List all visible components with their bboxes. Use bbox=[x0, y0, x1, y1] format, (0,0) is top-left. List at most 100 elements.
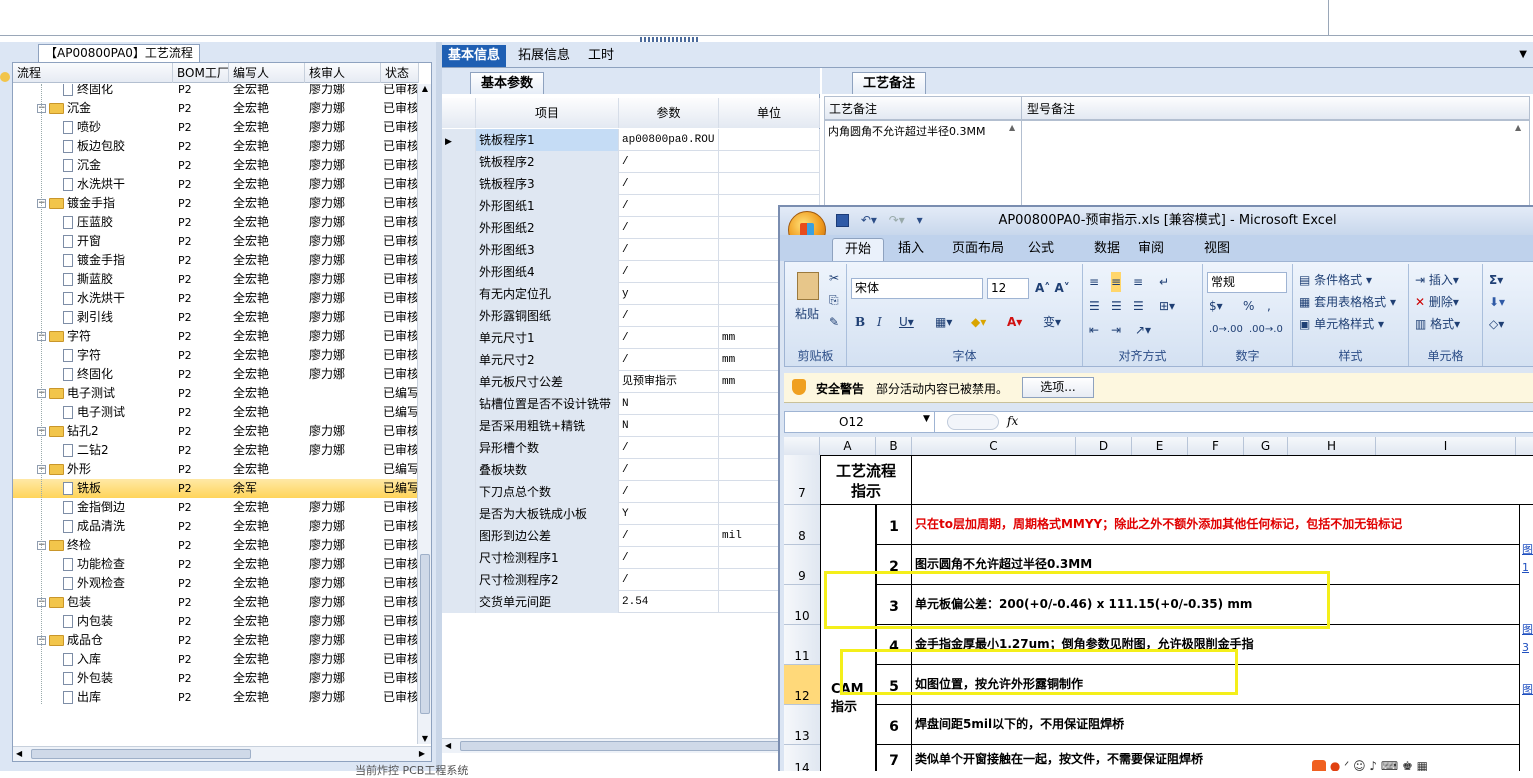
tree-node-name[interactable]: − 外形 bbox=[37, 460, 173, 479]
delete-button[interactable]: ✕ 删除▾ bbox=[1415, 292, 1459, 312]
comma-icon[interactable]: , bbox=[1267, 296, 1271, 316]
scroll-up-icon[interactable]: ▲ bbox=[420, 84, 430, 94]
tree-node-name[interactable]: 成品清洗 bbox=[63, 517, 173, 536]
col-reviewer[interactable]: 核审人 bbox=[305, 63, 381, 83]
format-as-table-button[interactable]: ▦ 套用表格格式 ▾ bbox=[1299, 292, 1396, 312]
row-selector[interactable] bbox=[442, 195, 476, 217]
param-row[interactable]: ▶ 铣板程序1 ap00800pa0.ROU bbox=[442, 129, 820, 151]
param-unit[interactable] bbox=[719, 129, 820, 151]
tab-process-notes[interactable]: 工艺备注 bbox=[852, 72, 927, 94]
param-row[interactable]: 外形露铜图纸 / bbox=[442, 305, 820, 327]
tree-row[interactable]: − 成品仓 P2 全宏艳 廖力娜 已审核 bbox=[13, 631, 419, 650]
tree-node-name[interactable]: 金指倒边 bbox=[63, 498, 173, 517]
param-value[interactable]: y bbox=[619, 283, 719, 305]
param-value[interactable]: / bbox=[619, 437, 719, 459]
ribbon-tab[interactable]: 插入 bbox=[886, 238, 936, 261]
param-value[interactable]: N bbox=[619, 415, 719, 437]
bold-icon[interactable]: B bbox=[855, 312, 865, 332]
param-value[interactable]: 见预审指示 bbox=[619, 371, 719, 393]
flow-label-cell[interactable]: 工艺流程 指示 bbox=[820, 455, 912, 505]
increase-decimal-icon[interactable]: .0→.00 bbox=[1209, 320, 1243, 340]
param-value[interactable]: / bbox=[619, 151, 719, 173]
hyperlink-mark[interactable]: 图 bbox=[1522, 621, 1533, 637]
row-header[interactable]: 14 bbox=[784, 745, 820, 771]
item-text[interactable]: 只在to层加周期，周期格式MMYY；除此之外不额外添加其他任何标记，包括不加无铅… bbox=[912, 505, 1520, 545]
tree-node-name[interactable]: 水洗烘干 bbox=[63, 175, 173, 194]
decrease-indent-icon[interactable]: ⇤ bbox=[1089, 320, 1099, 340]
tree-row[interactable]: − 沉金 P2 全宏艳 廖力娜 已审核 bbox=[13, 99, 419, 118]
font-size-select[interactable]: 12 bbox=[987, 278, 1029, 299]
copy-icon[interactable]: ⎘ bbox=[829, 290, 839, 310]
decrease-decimal-icon[interactable]: .00→.0 bbox=[1249, 320, 1283, 340]
row-header[interactable]: 11 bbox=[784, 625, 820, 665]
param-value[interactable]: / bbox=[619, 547, 719, 569]
column-header[interactable]: G bbox=[1244, 437, 1288, 455]
conditional-format-button[interactable]: ▤ 条件格式 ▾ bbox=[1299, 270, 1372, 290]
row-header[interactable]: 9 bbox=[784, 545, 820, 585]
tree-node-name[interactable]: 终固化 bbox=[63, 365, 173, 384]
tree-row[interactable]: 终固化 P2 全宏艳 廖力娜 已审核 bbox=[13, 84, 419, 99]
tree-node-name[interactable]: 字符 bbox=[63, 346, 173, 365]
ribbon-tab[interactable]: 页面布局 bbox=[940, 238, 1016, 261]
scroll-left-icon[interactable]: ◀ bbox=[445, 741, 451, 750]
col-writer[interactable]: 编写人 bbox=[229, 63, 305, 83]
undo-icon[interactable]: ↶▾ bbox=[861, 213, 877, 227]
hyperlink-mark[interactable]: 图 bbox=[1522, 541, 1533, 557]
col-item[interactable]: 项目 bbox=[476, 98, 619, 128]
tree-node-name[interactable]: 撕蓝胶 bbox=[63, 270, 173, 289]
column-header[interactable]: F bbox=[1188, 437, 1244, 455]
param-row[interactable]: 交货单元间距 2.54 bbox=[442, 591, 820, 613]
row-selector[interactable] bbox=[442, 173, 476, 195]
ribbon-tab[interactable]: 视图 bbox=[1192, 238, 1242, 261]
column-header[interactable]: C bbox=[912, 437, 1076, 455]
scroll-thumb[interactable] bbox=[420, 554, 430, 714]
wrap-text-icon[interactable]: ↵ bbox=[1159, 272, 1169, 292]
param-value[interactable]: / bbox=[619, 261, 719, 283]
param-row[interactable]: 单元尺寸1/mm bbox=[442, 327, 820, 349]
borders-icon[interactable]: ▦▾ bbox=[935, 312, 952, 332]
tree-node-name[interactable]: − 终检 bbox=[37, 536, 173, 555]
tree-row[interactable]: 剥引线 P2 全宏艳 廖力娜 已审核 bbox=[13, 308, 419, 327]
tree-node-name[interactable]: 终固化 bbox=[63, 84, 173, 99]
tree-node-name[interactable]: 外包装 bbox=[63, 669, 173, 688]
tree-row[interactable]: − 包装 P2 全宏艳 廖力娜 已审核 bbox=[13, 593, 419, 612]
row-selector[interactable] bbox=[442, 349, 476, 371]
tab-basic-params[interactable]: 基本参数 bbox=[470, 72, 545, 94]
hscroll-thumb[interactable] bbox=[31, 749, 251, 759]
row-selector[interactable] bbox=[442, 283, 476, 305]
scroll-right-icon[interactable]: ▶ bbox=[419, 749, 425, 758]
tree-node-name[interactable]: − 沉金 bbox=[37, 99, 173, 118]
paste-button[interactable]: 粘贴 bbox=[795, 304, 819, 324]
select-all-corner[interactable] bbox=[784, 437, 820, 455]
tree-node-name[interactable]: 压蓝胶 bbox=[63, 213, 173, 232]
param-value[interactable]: / bbox=[619, 239, 719, 261]
tree-horizontal-scrollbar[interactable]: ◀ ▶ bbox=[13, 746, 431, 761]
orientation-icon[interactable]: ↗▾ bbox=[1135, 320, 1151, 340]
tree-row[interactable]: 入库 P2 全宏艳 廖力娜 已审核 bbox=[13, 650, 419, 669]
tree-row[interactable]: 成品清洗 P2 全宏艳 廖力娜 已审核 bbox=[13, 517, 419, 536]
hscroll-thumb[interactable] bbox=[460, 741, 800, 751]
tree-node-name[interactable]: 水洗烘干 bbox=[63, 289, 173, 308]
row-selector[interactable] bbox=[442, 239, 476, 261]
formula-controls[interactable] bbox=[947, 414, 999, 430]
process-flow-tab[interactable]: 【AP00800PA0】工艺流程 bbox=[38, 44, 200, 62]
tree-row[interactable]: 板边包胶 P2 全宏艳 廖力娜 已审核 bbox=[13, 137, 419, 156]
format-painter-icon[interactable]: ✎ bbox=[829, 312, 839, 332]
param-value[interactable]: / bbox=[619, 217, 719, 239]
param-row[interactable]: 外形图纸1/ bbox=[442, 195, 820, 217]
param-row[interactable]: 是否为大板铣成小板 Y bbox=[442, 503, 820, 525]
process-note-text[interactable]: 内角圆角不允许超过半径0.3MM bbox=[828, 123, 1008, 139]
row-selector[interactable]: ▶ bbox=[442, 129, 476, 151]
row-selector[interactable] bbox=[442, 547, 476, 569]
fill-icon[interactable]: ⬇▾ bbox=[1489, 292, 1505, 312]
format-button[interactable]: ▥ 格式▾ bbox=[1415, 314, 1460, 334]
param-row[interactable]: 尺寸检测程序1/ bbox=[442, 547, 820, 569]
tree-vertical-scrollbar[interactable]: ▲ ▼ bbox=[417, 84, 431, 744]
param-value[interactable]: / bbox=[619, 195, 719, 217]
row-selector[interactable] bbox=[442, 569, 476, 591]
scroll-up-icon[interactable]: ▲ bbox=[1515, 123, 1521, 132]
tree-node-name[interactable]: 出库 bbox=[63, 688, 173, 707]
param-row[interactable]: 外形图纸2/ bbox=[442, 217, 820, 239]
row-selector[interactable] bbox=[442, 503, 476, 525]
tree-row[interactable]: − 钻孔2 P2 全宏艳 廖力娜 已审核 bbox=[13, 422, 419, 441]
